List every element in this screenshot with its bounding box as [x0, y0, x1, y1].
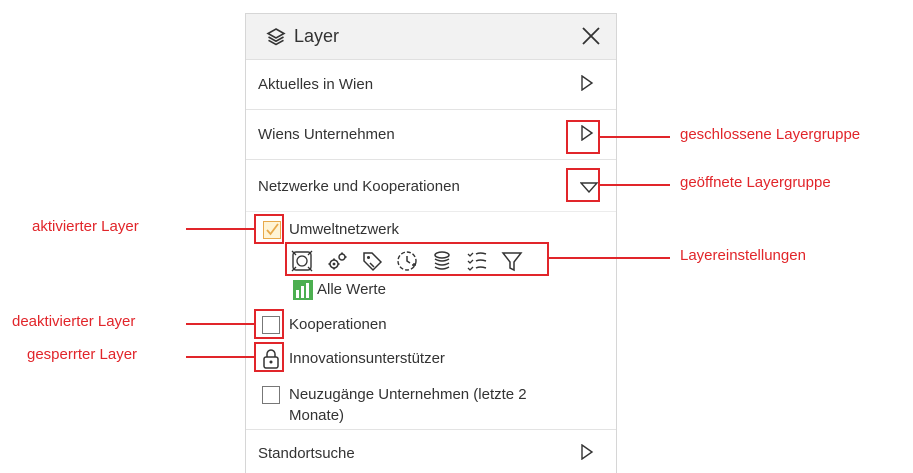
callout-line-closed-group: [600, 136, 670, 138]
callout-line-locked-layer: [186, 356, 254, 358]
group-netzwerke-und-kooperationen[interactable]: Netzwerke und Kooperationen: [246, 160, 616, 212]
group-standortsuche[interactable]: Standortsuche: [246, 430, 616, 473]
annotation-layer-settings: Layereinstellungen: [680, 247, 806, 264]
annotation-active-layer: aktivierter Layer: [32, 218, 139, 235]
annotation-open-group: geöffnete Layergruppe: [680, 174, 831, 191]
callout-box-active-layer: [254, 214, 284, 244]
group-aktuelles-in-wien[interactable]: Aktuelles in Wien: [246, 60, 616, 110]
group-label: Netzwerke und Kooperationen: [258, 178, 460, 195]
annotation-inactive-layer: deaktivierter Layer: [12, 313, 136, 330]
panel-header: Layer: [246, 14, 616, 60]
group-label: Aktuelles in Wien: [258, 76, 374, 93]
layer-neuzugaenge-label-line2: Monate): [289, 407, 345, 424]
callout-box-layer-settings: [285, 242, 549, 276]
callout-box-inactive-layer: [254, 309, 284, 339]
legend-chart-icon: [293, 280, 313, 300]
callout-box-open-group: [566, 168, 600, 202]
layer-umweltnetzwerk-label: Umweltnetzwerk: [289, 221, 400, 238]
chevron-right-icon[interactable]: [580, 443, 594, 465]
layer-neuzugaenge-checkbox[interactable]: [262, 386, 280, 404]
annotation-locked-layer: gesperrter Layer: [27, 346, 138, 363]
callout-line-active-layer: [186, 228, 254, 230]
callout-line-inactive-layer: [186, 323, 254, 325]
callout-line-open-group: [600, 184, 670, 186]
close-icon[interactable]: [580, 25, 602, 52]
layer-neuzugaenge-label-line1: Neuzugänge Unternehmen (letzte 2: [289, 386, 527, 403]
chevron-right-icon[interactable]: [580, 74, 594, 96]
layer-kooperationen-label: Kooperationen: [289, 316, 387, 333]
group-label: Wiens Unternehmen: [258, 126, 395, 143]
legend-alle-werte: Alle Werte: [317, 281, 386, 298]
callout-line-layer-settings: [549, 257, 670, 259]
panel-title: Layer: [294, 26, 340, 46]
layer-innovationsunterstuetzer-label: Innovationsunterstützer: [289, 350, 445, 367]
group-label: Standortsuche: [258, 445, 355, 462]
group-wiens-unternehmen[interactable]: Wiens Unternehmen: [246, 110, 616, 160]
layers-icon: [266, 27, 286, 52]
callout-box-closed-group: [566, 120, 600, 154]
annotation-closed-group: geschlossene Layergruppe: [680, 126, 861, 143]
callout-box-locked-layer: [254, 342, 284, 372]
